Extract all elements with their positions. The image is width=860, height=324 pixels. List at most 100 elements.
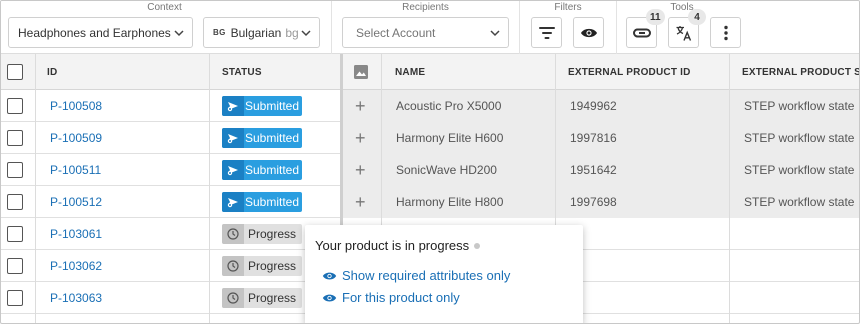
table-header: ID STATUS NAME EXTERNAL PRODUCT ID EXTER… [1, 54, 859, 90]
language-dropdown[interactable]: BG Bulgarian bg [203, 17, 320, 48]
product-id-link[interactable]: P-100511 [50, 163, 101, 177]
row-checkbox[interactable] [7, 226, 23, 242]
row-checkbox[interactable] [7, 130, 23, 146]
status-label: Progress [248, 227, 297, 241]
external-product-id: 1949962 [570, 99, 617, 113]
status-label: Progress [248, 291, 297, 305]
column-divider [209, 54, 210, 323]
external-product-id: 1951642 [570, 163, 617, 177]
image-icon [354, 65, 368, 79]
translate-icon [676, 25, 691, 41]
language-code: bg [285, 25, 299, 40]
add-image-button[interactable]: + [355, 96, 366, 117]
context-group-label: Context [147, 2, 182, 13]
table-row[interactable]: P-100508 Submitted + Acoustic Pro X5000 … [1, 90, 859, 122]
external-product-id: 1997816 [570, 131, 617, 145]
status-badge: Submitted [222, 96, 302, 116]
product-name: Harmony Elite H600 [396, 131, 504, 145]
status-label: Submitted [245, 195, 300, 209]
popover-title: Your product is in progress [315, 238, 481, 253]
external-product-state: STEP workflow state [744, 163, 855, 177]
clock-icon [222, 256, 244, 276]
submitted-icon [222, 160, 244, 180]
account-select[interactable]: Select Account [342, 17, 509, 48]
chevron-down-icon [490, 30, 500, 37]
tools-group-label: Tools [670, 2, 694, 13]
status-label: Progress [248, 259, 297, 273]
column-header-id[interactable]: ID [47, 54, 57, 90]
product-name: Harmony Elite H800 [396, 195, 504, 209]
row-checkbox[interactable] [7, 290, 23, 306]
status-label: Submitted [245, 99, 300, 113]
external-product-state: STEP workflow state [744, 195, 855, 209]
for-this-product-label: For this product only [342, 290, 460, 305]
product-id-link[interactable]: P-100512 [50, 195, 102, 209]
status-label: Submitted [245, 163, 300, 177]
product-name: Acoustic Pro X5000 [396, 99, 502, 113]
more-vertical-icon [723, 25, 728, 40]
category-value: Headphones and Earphones [18, 25, 171, 40]
external-product-state: STEP workflow state [744, 99, 855, 113]
add-image-button[interactable]: + [355, 128, 366, 149]
row-checkbox[interactable] [7, 162, 23, 178]
row-checkbox[interactable] [7, 98, 23, 114]
row-checkbox[interactable] [7, 194, 23, 210]
filters-group-label: Filters [554, 2, 582, 13]
column-divider [35, 54, 36, 323]
status-label: Submitted [245, 131, 300, 145]
category-dropdown[interactable]: Headphones and Earphones [8, 17, 193, 48]
submitted-icon [222, 192, 244, 212]
product-id-link[interactable]: P-103061 [50, 227, 102, 241]
column-header-status[interactable]: STATUS [222, 54, 262, 90]
show-required-attributes-link[interactable]: Show required attributes only [322, 268, 510, 283]
column-header-external-state[interactable]: EXTERNAL PRODUCT ST... [742, 54, 859, 90]
popover-title-text: Your product is in progress [315, 238, 470, 253]
status-badge[interactable]: Progress [222, 224, 302, 244]
status-dot-icon [474, 242, 481, 249]
toolbar: Context Recipients Filters Tools Headpho… [1, 1, 859, 54]
submitted-icon [222, 96, 244, 116]
recipients-group-label: Recipients [402, 2, 449, 13]
submitted-icon [222, 128, 244, 148]
chevron-down-icon [174, 30, 184, 37]
select-all-checkbox[interactable] [7, 64, 23, 80]
add-image-button[interactable]: + [355, 160, 366, 181]
status-badge: Submitted [222, 160, 302, 180]
status-popover: Your product is in progress Show require… [305, 225, 583, 323]
column-header-external-id[interactable]: EXTERNAL PRODUCT ID [568, 54, 691, 90]
eye-icon [322, 294, 337, 301]
external-product-state: STEP workflow state [744, 131, 855, 145]
clock-icon [222, 288, 244, 308]
product-id-link[interactable]: P-103063 [50, 291, 102, 305]
status-badge[interactable]: Progress [222, 256, 302, 276]
chevron-down-icon [301, 30, 311, 37]
table-row[interactable]: P-100512 Submitted + Harmony Elite H800 … [1, 186, 859, 218]
link-icon [632, 28, 651, 37]
app-frame: Context Recipients Filters Tools Headpho… [0, 0, 860, 324]
add-image-button[interactable]: + [355, 192, 366, 213]
links-count-badge: 11 [646, 9, 665, 25]
language-value: Bulgarian [230, 25, 282, 40]
translate-count-badge: 4 [688, 9, 706, 25]
more-options-button[interactable] [710, 17, 741, 48]
language-flag-icon: BG [213, 28, 226, 37]
column-header-name[interactable]: NAME [395, 54, 425, 90]
status-badge[interactable]: Progress [222, 288, 302, 308]
filter-button[interactable] [531, 17, 562, 48]
column-header-image[interactable] [353, 54, 369, 90]
product-id-link[interactable]: P-100509 [50, 131, 102, 145]
table-row[interactable]: P-100511 Submitted + SonicWave HD200 195… [1, 154, 859, 186]
table-row[interactable]: P-100509 Submitted + Harmony Elite H600 … [1, 122, 859, 154]
row-checkbox[interactable] [7, 258, 23, 274]
clock-icon [222, 224, 244, 244]
view-toggle-button[interactable] [573, 17, 604, 48]
external-product-id: 1997698 [570, 195, 617, 209]
filter-icon [538, 26, 555, 39]
product-id-link[interactable]: P-103062 [50, 259, 102, 273]
status-badge: Submitted [222, 128, 302, 148]
eye-icon [580, 28, 597, 37]
column-divider [729, 54, 730, 323]
show-required-attributes-label: Show required attributes only [342, 268, 511, 283]
for-this-product-link[interactable]: For this product only [322, 290, 460, 305]
product-id-link[interactable]: P-100508 [50, 99, 102, 113]
